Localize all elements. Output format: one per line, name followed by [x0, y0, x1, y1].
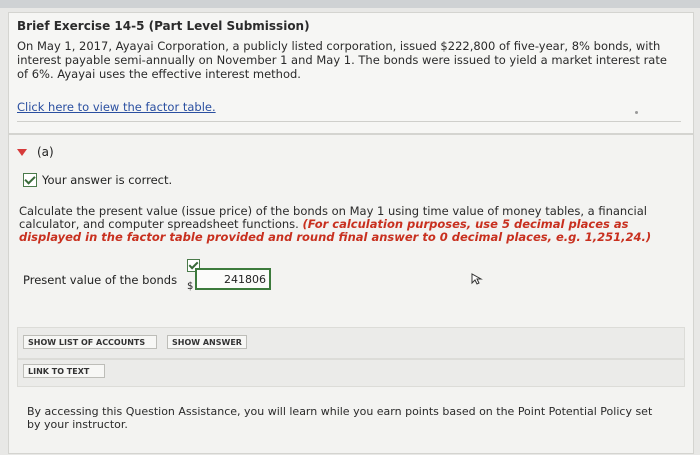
part-a-header[interactable]: (a)	[17, 143, 54, 161]
checkmark-icon	[23, 173, 37, 187]
answer-status: Your answer is correct.	[23, 173, 172, 187]
instruction-text: Calculate the present value (issue price…	[19, 205, 685, 244]
link-strip	[17, 359, 685, 387]
exercise-panel: Brief Exercise 14-5 (Part Level Submissi…	[8, 12, 694, 134]
currency-symbol: $	[187, 281, 194, 292]
exercise-intro: On May 1, 2017, Ayayai Corporation, a pu…	[17, 39, 667, 81]
decorative-dot	[635, 111, 638, 114]
part-a-panel: (a) Your answer is correct. Calculate th…	[8, 134, 694, 454]
pv-input[interactable]	[195, 268, 271, 290]
part-label: (a)	[37, 145, 54, 159]
top-band	[0, 0, 700, 8]
collapse-triangle-icon[interactable]	[17, 148, 27, 156]
assistance-text: By accessing this Question Assistance, y…	[27, 405, 653, 431]
exercise-title: Brief Exercise 14-5 (Part Level Submissi…	[17, 19, 310, 33]
status-text: Your answer is correct.	[42, 173, 173, 187]
show-answer-button[interactable]: SHOW ANSWER	[167, 335, 247, 349]
pv-label: Present value of the bonds	[23, 273, 178, 287]
divider	[17, 121, 681, 122]
show-accounts-button[interactable]: SHOW LIST OF ACCOUNTS	[23, 335, 157, 349]
mouse-cursor-icon	[471, 273, 483, 285]
factor-table-link[interactable]: Click here to view the factor table.	[17, 100, 216, 114]
link-to-text-button[interactable]: LINK TO TEXT	[23, 364, 105, 378]
